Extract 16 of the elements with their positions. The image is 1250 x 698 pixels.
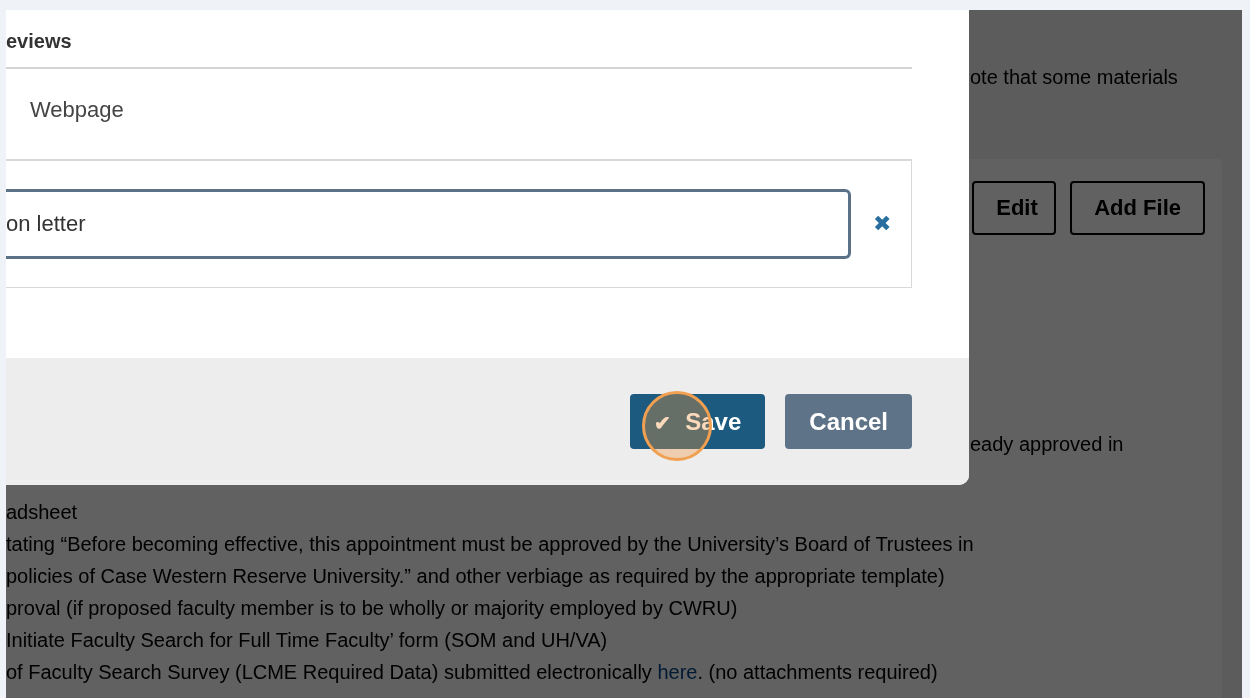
cancel-button[interactable]: Cancel [785,394,912,449]
list-item-text: adsheet [6,501,78,523]
list-item-text: tating “Before becoming effective, this appointment must be approved by the University’s Board of Trustees in [6,533,974,555]
type-label: Webpage [6,69,912,160]
remove-icon[interactable]: ✖ [873,211,891,237]
page-text: ote that some materials [970,66,1179,89]
list-item-text: proval (if proposed faculty member is to be wholly or majority employed by CWRU) [6,597,738,619]
list-item-text: policies of Case Western Reserve University.” and other verbiage as required by the appropriate template) [6,565,945,587]
list-item-text: Initiate Faculty Search for Full Time Faculty’ form (SOM and UH/VA) [6,629,608,651]
page-text: eady approved in [970,433,1125,456]
list-item-text: of Faculty Search Survey (LCME Required Data) submitted electronically here. (no attachments required) [6,661,938,683]
dialog-title: eviews [6,10,912,69]
outline-button[interactable]: Edit [972,181,1057,235]
input-field[interactable]: on letter [6,189,851,259]
link[interactable]: here [657,661,698,683]
outline-button[interactable]: Add File [1070,181,1205,235]
